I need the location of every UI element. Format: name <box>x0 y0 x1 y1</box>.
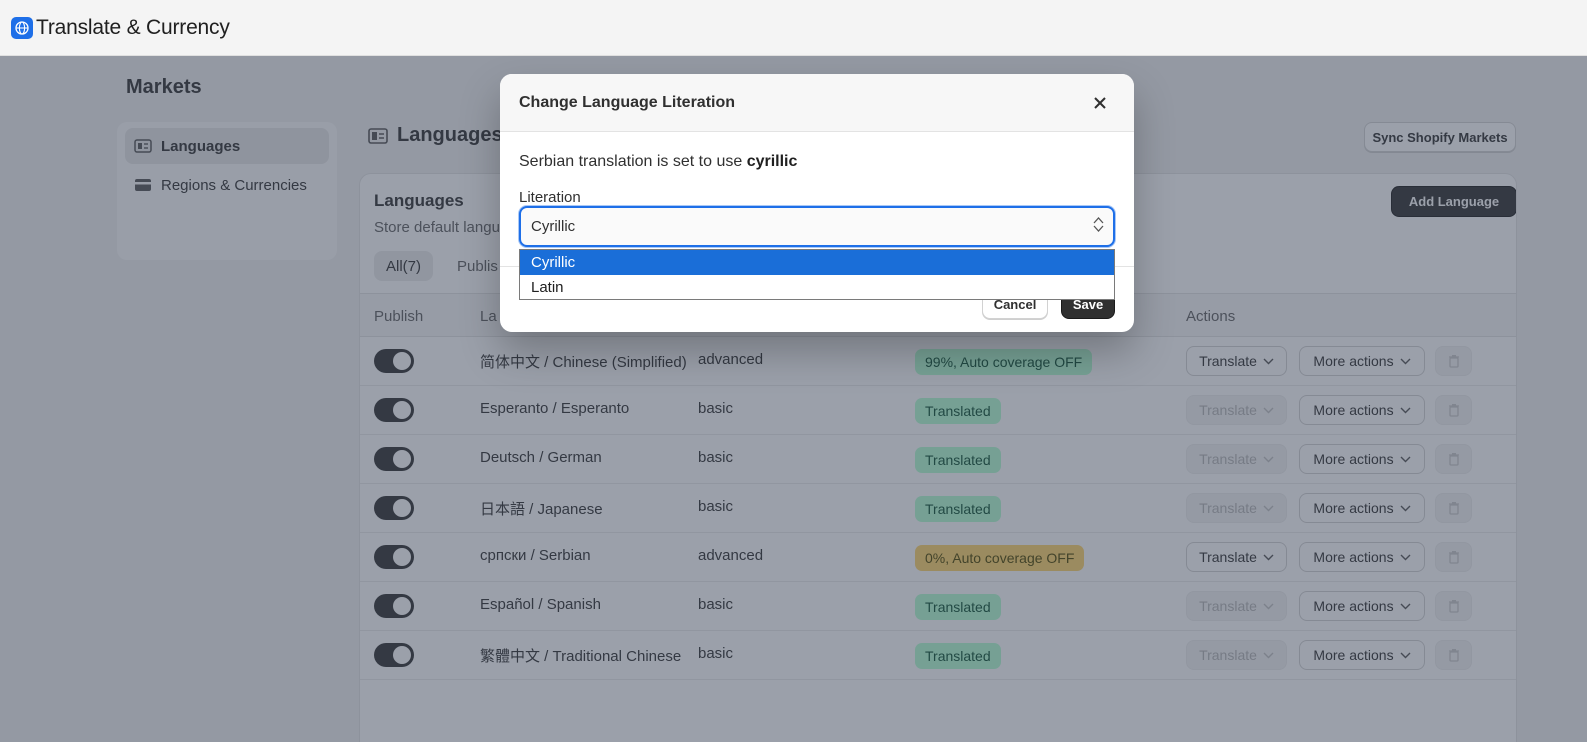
select-arrows-icon <box>1093 216 1104 233</box>
modal-description: Serbian translation is set to use cyrill… <box>519 153 798 170</box>
literation-label: Literation <box>519 189 581 206</box>
modal-title: Change Language Literation <box>519 93 736 111</box>
modal-header: Change Language Literation <box>500 74 1134 132</box>
literation-select[interactable]: Cyrillic <box>519 206 1115 247</box>
select-value: Cyrillic <box>531 218 576 235</box>
option-latin[interactable]: Latin <box>520 275 1114 300</box>
globe-icon <box>11 16 33 39</box>
app-title: Translate & Currency <box>36 15 230 39</box>
close-icon[interactable] <box>1090 93 1110 113</box>
literation-value: cyrillic <box>746 153 798 170</box>
option-cyrillic[interactable]: Cyrillic <box>520 250 1114 275</box>
literation-dropdown-list: Cyrillic Latin <box>519 249 1115 300</box>
top-bar: Translate & Currency <box>0 0 1587 56</box>
